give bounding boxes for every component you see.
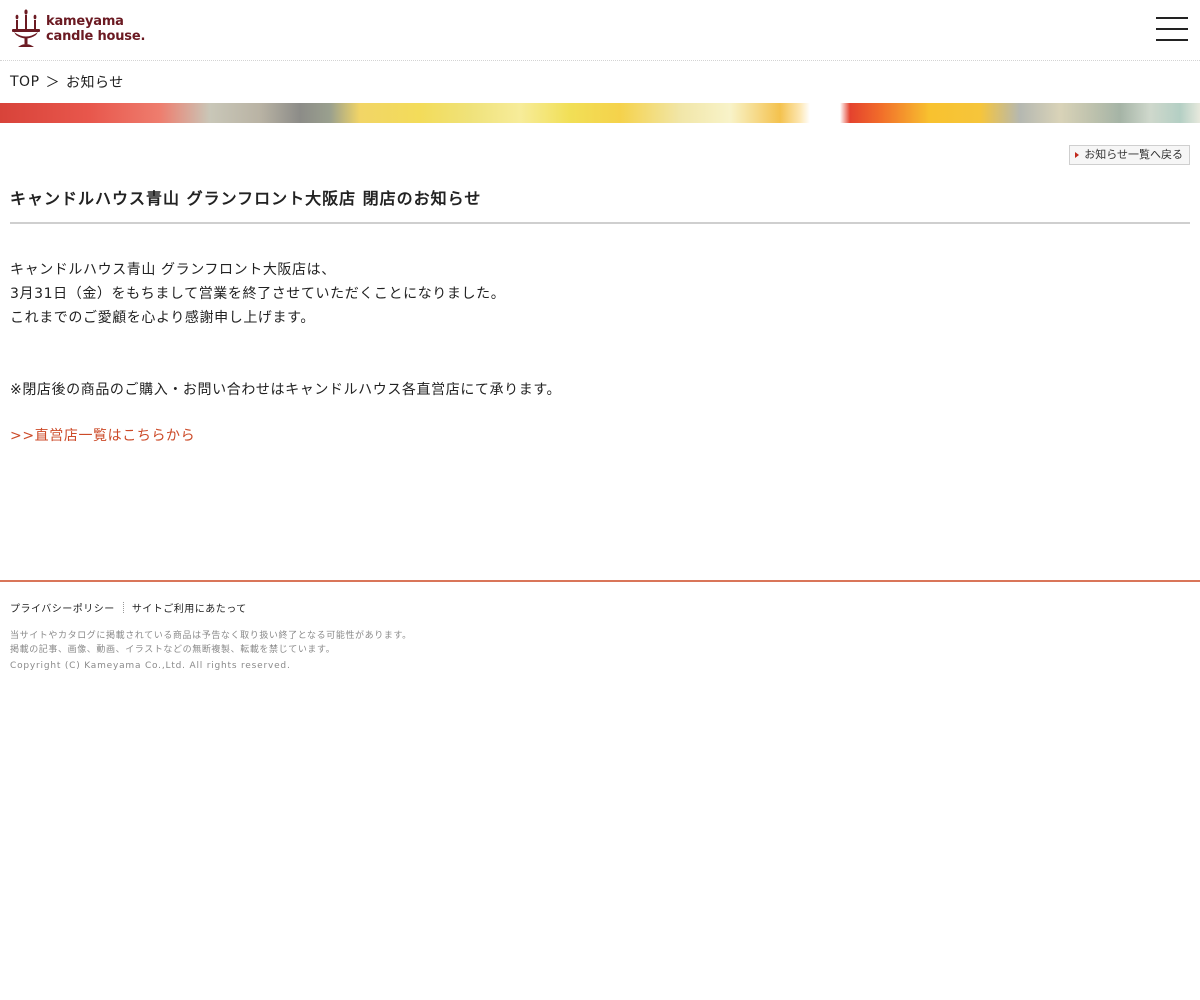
breadcrumb-current: お知らせ <box>66 75 124 91</box>
logo-dot: . <box>140 29 146 44</box>
logo-line-2-text: candle house <box>46 29 141 44</box>
article-title: キャンドルハウス青山 グランフロント大阪店 閉店のお知らせ <box>10 185 1190 224</box>
footer-link-divider <box>122 602 124 613</box>
breadcrumb-separator: ＞ <box>45 75 61 91</box>
breadcrumb-top-link[interactable]: TOP <box>10 74 40 90</box>
footer-note: 当サイトやカタログに掲載されている商品は予告なく取り扱い終了となる可能性がありま… <box>10 631 412 641</box>
site-header: kameyama candle house. <box>0 0 1200 61</box>
breadcrumb: TOP ＞ お知らせ <box>0 61 1200 103</box>
header-banner-image <box>0 103 1200 123</box>
privacy-policy-link[interactable]: プライバシーポリシー <box>10 600 115 615</box>
logo-text: kameyama candle house. <box>46 14 145 44</box>
article-paragraph: これまでのご愛顧を心より感謝申し上げます。 <box>10 310 315 326</box>
site-terms-link[interactable]: サイトご利用にあたって <box>132 600 247 615</box>
menu-icon[interactable] <box>1156 17 1188 41</box>
site-footer: プライバシーポリシー サイトご利用にあたって 当サイトやカタログに掲載されている… <box>0 580 1200 671</box>
menu-bar <box>1156 28 1188 30</box>
footer-notes: 当サイトやカタログに掲載されている商品は予告なく取り扱い終了となる可能性がありま… <box>10 629 1200 657</box>
logo-line-1: kameyama <box>46 14 124 29</box>
logo[interactable]: kameyama candle house. <box>10 9 145 49</box>
menu-bar <box>1156 17 1188 19</box>
copyright: Copyright (C) Kameyama Co.,Ltd. All righ… <box>10 661 291 671</box>
back-to-news-list-button[interactable]: お知らせ一覧へ戻る <box>1069 145 1190 165</box>
arrow-right-icon <box>1075 152 1080 158</box>
store-list-link[interactable]: >>直営店一覧はこちらから <box>10 424 195 448</box>
footer-note: 掲載の記事、画像、動画、イラストなどの無断複製、転載を禁じています。 <box>10 645 336 655</box>
menu-bar <box>1156 39 1188 41</box>
article-paragraph: 3月31日（金）をもちまして営業を終了させていただくことになりました。 <box>10 286 506 302</box>
back-button-label: お知らせ一覧へ戻る <box>1084 148 1183 161</box>
back-button-wrap: お知らせ一覧へ戻る <box>0 123 1200 165</box>
logo-line-2: candle house. <box>46 29 145 44</box>
article-paragraph: キャンドルハウス青山 グランフロント大阪店は、 <box>10 262 336 278</box>
article-note: ※閉店後の商品のご購入・お問い合わせはキャンドルハウス各直営店にて承ります。 <box>10 382 562 398</box>
candelabra-logo-icon <box>12 9 40 47</box>
article-body: キャンドルハウス青山 グランフロント大阪店は、 3月31日（金）をもちまして営業… <box>10 258 1190 448</box>
footer-links: プライバシーポリシー サイトご利用にあたって <box>10 600 1200 615</box>
